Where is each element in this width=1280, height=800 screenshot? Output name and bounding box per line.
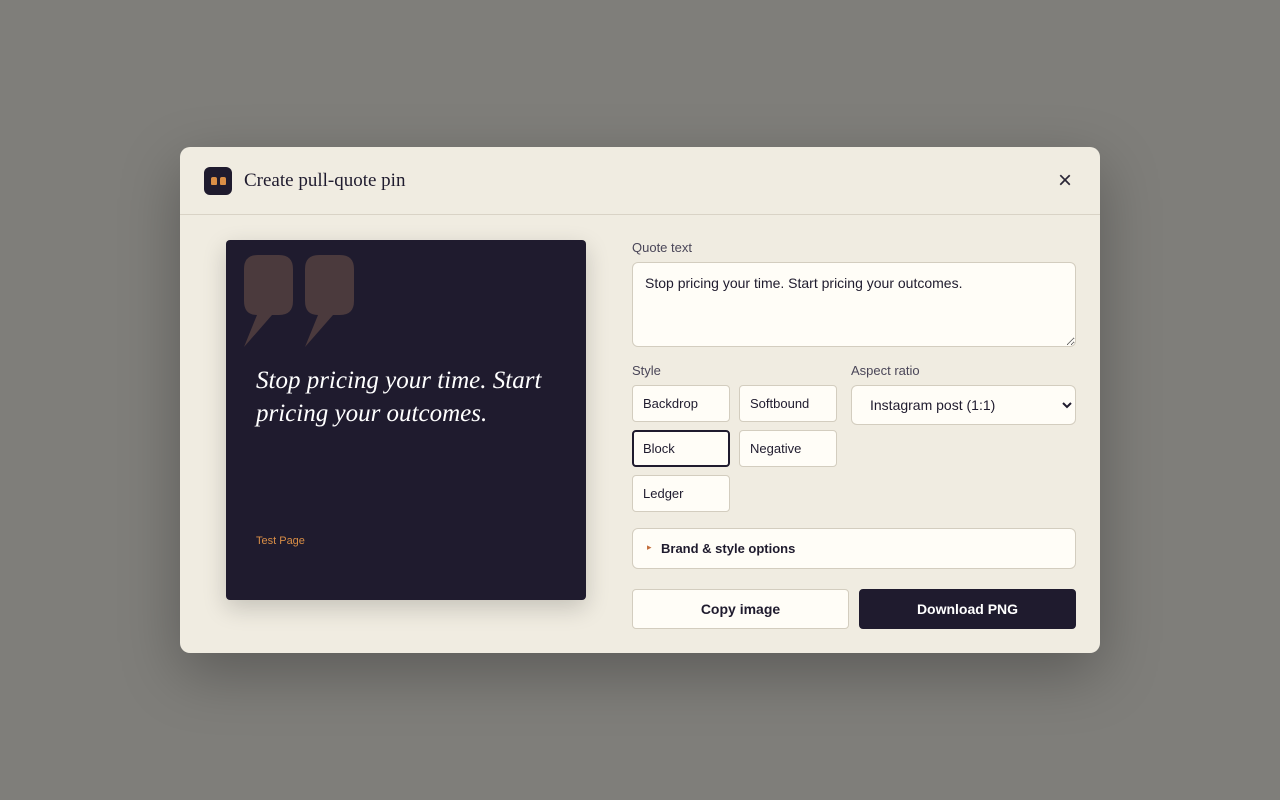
- quote-text-label: Quote text: [632, 240, 692, 255]
- aspect-ratio-label: Aspect ratio: [851, 363, 920, 378]
- style-option-negative[interactable]: Negative: [739, 430, 837, 467]
- quote-marks-icon: [244, 255, 354, 347]
- preview-quote-text: Stop pricing your time. Start pricing yo…: [256, 367, 542, 427]
- caret-right-icon: ▸: [647, 542, 652, 552]
- style-option-backdrop[interactable]: Backdrop: [632, 385, 730, 422]
- close-icon[interactable]: ×: [1052, 169, 1078, 195]
- quote-mark-right: [305, 255, 354, 347]
- quote-mark-left: [244, 255, 293, 347]
- logo-mark-right: [220, 177, 226, 185]
- create-pin-dialog: Create pull-quote pin × Stop pricing you…: [180, 147, 1100, 653]
- logo-mark-left: [211, 177, 217, 185]
- aspect-ratio-select[interactable]: Instagram post (1:1): [851, 385, 1076, 425]
- preview-brand-label: Test Page: [256, 535, 305, 547]
- style-option-ledger[interactable]: Ledger: [632, 475, 730, 512]
- brand-style-options-label: Brand & style options: [661, 541, 796, 556]
- dialog-title: Create pull-quote pin: [244, 170, 406, 191]
- download-png-button[interactable]: Download PNG: [859, 589, 1076, 629]
- pin-preview: Stop pricing your time. Start pricing yo…: [226, 240, 586, 600]
- style-label: Style: [632, 363, 661, 378]
- dialog-header: Create pull-quote pin ×: [180, 147, 1100, 215]
- quote-logo-icon: [204, 167, 232, 195]
- style-option-block[interactable]: Block: [632, 430, 730, 467]
- style-option-softbound[interactable]: Softbound: [739, 385, 837, 422]
- quote-text-input[interactable]: Stop pricing your time. Start pricing yo…: [632, 262, 1076, 347]
- copy-image-button[interactable]: Copy image: [632, 589, 849, 629]
- brand-style-options-toggle[interactable]: ▸ Brand & style options: [632, 528, 1076, 569]
